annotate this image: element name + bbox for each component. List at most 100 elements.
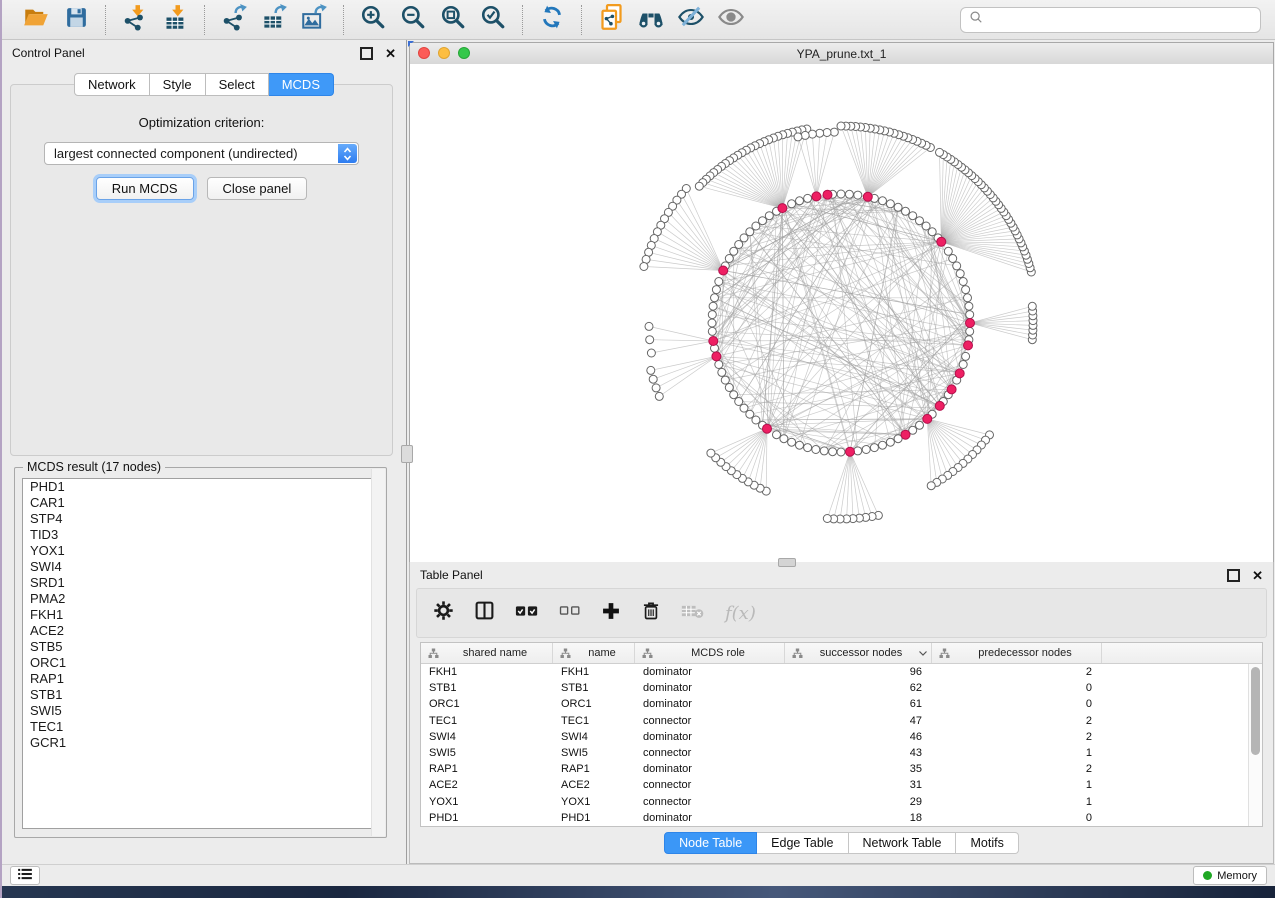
run-mcds-button[interactable]: Run MCDS [96, 177, 194, 200]
result-item[interactable]: YOX1 [23, 543, 378, 559]
zoom-in-button[interactable] [355, 4, 391, 36]
table-row[interactable]: ACE2ACE2connector311 [421, 777, 1249, 793]
tab-motifs[interactable]: Motifs [956, 832, 1018, 854]
maximize-window-icon[interactable] [458, 47, 470, 59]
column-header[interactable]: name [553, 643, 635, 663]
new-network-from-selection-button[interactable] [593, 4, 629, 36]
zoom-fit-button[interactable] [435, 4, 471, 36]
float-panel-icon[interactable] [1227, 569, 1240, 582]
table-scrollbar[interactable] [1248, 664, 1262, 826]
tab-node-table[interactable]: Node Table [664, 832, 757, 854]
toolbar-separator [343, 5, 344, 35]
table-settings-button[interactable] [433, 600, 454, 626]
result-item[interactable]: STB1 [23, 687, 378, 703]
minimize-window-icon[interactable] [438, 47, 450, 59]
tab-edge-table[interactable]: Edge Table [757, 832, 848, 854]
column-header[interactable]: MCDS role [635, 643, 785, 663]
toolbar-separator [522, 5, 523, 35]
table-toolbar: f(x) [416, 588, 1267, 638]
column-header[interactable]: successor nodes [785, 643, 932, 663]
horizontal-splitter-handle[interactable] [778, 558, 796, 567]
import-network-button[interactable] [117, 4, 153, 36]
tab-mcds[interactable]: MCDS [269, 73, 334, 96]
select-all-columns-button[interactable] [515, 604, 539, 623]
view-group [587, 4, 755, 36]
tab-network[interactable]: Network [74, 73, 150, 96]
criterion-select-value: largest connected component (undirected) [54, 146, 298, 161]
eye-icon [717, 3, 745, 36]
export-image-icon [301, 4, 328, 36]
result-item[interactable]: CAR1 [23, 495, 378, 511]
network-graph[interactable] [410, 64, 1273, 562]
deselect-all-columns-button[interactable] [559, 604, 581, 622]
vertical-splitter-handle[interactable] [401, 445, 413, 463]
result-item[interactable]: ORC1 [23, 655, 378, 671]
tab-style[interactable]: Style [150, 73, 206, 96]
show-column-panel-button[interactable] [474, 600, 495, 626]
result-item[interactable]: PHD1 [23, 479, 378, 495]
refresh-button[interactable] [534, 4, 570, 36]
result-item[interactable]: SWI4 [23, 559, 378, 575]
table-cell: connector [635, 715, 785, 727]
export-image-button[interactable] [296, 4, 332, 36]
result-item[interactable]: TID3 [23, 527, 378, 543]
network-canvas[interactable] [410, 64, 1273, 562]
table-row[interactable]: RAP1RAP1dominator352 [421, 761, 1249, 777]
zoom-selected-button[interactable] [475, 4, 511, 36]
import-table-button[interactable] [157, 4, 193, 36]
delete-columns-button[interactable] [641, 601, 661, 626]
table-row[interactable]: SWI5SWI5connector431 [421, 745, 1249, 761]
table-cell: 2 [932, 731, 1102, 743]
result-item[interactable]: FKH1 [23, 607, 378, 623]
result-item[interactable]: ACE2 [23, 623, 378, 639]
close-window-icon[interactable] [418, 47, 430, 59]
column-header[interactable]: predecessor nodes [932, 643, 1102, 663]
table-row[interactable]: SWI4SWI4dominator462 [421, 729, 1249, 745]
result-item[interactable]: GCR1 [23, 735, 378, 751]
optimization-criterion-label: Optimization criterion: [11, 115, 392, 130]
close-panel-button[interactable]: Close panel [207, 177, 308, 200]
toolbar-separator [204, 5, 205, 35]
result-item[interactable]: TEC1 [23, 719, 378, 735]
export-table-button[interactable] [256, 4, 292, 36]
table-row[interactable]: ORC1ORC1dominator610 [421, 696, 1249, 712]
show-all-button[interactable] [713, 4, 749, 36]
column-header[interactable]: shared name [421, 643, 553, 663]
table-row[interactable]: PHD1PHD1dominator180 [421, 810, 1249, 826]
result-list-scrollbar[interactable] [371, 469, 385, 836]
mcds-result-list[interactable]: PHD1CAR1STP4TID3YOX1SWI4SRD1PMA2FKH1ACE2… [22, 478, 379, 829]
hide-selected-button[interactable] [673, 4, 709, 36]
first-neighbors-button[interactable] [633, 4, 669, 36]
zoom-out-button[interactable] [395, 4, 431, 36]
task-history-button[interactable] [10, 866, 40, 885]
table-row[interactable]: TEC1TEC1connector472 [421, 713, 1249, 729]
open-folder-button[interactable] [18, 4, 54, 36]
close-panel-icon[interactable]: ✕ [385, 47, 396, 60]
table-row[interactable]: FKH1FKH1dominator962 [421, 664, 1249, 680]
search-box[interactable] [960, 7, 1261, 33]
export-network-button[interactable] [216, 4, 252, 36]
result-item[interactable]: SRD1 [23, 575, 378, 591]
result-item[interactable]: SWI5 [23, 703, 378, 719]
table-row[interactable]: YOX1YOX1connector291 [421, 794, 1249, 810]
tab-network-table[interactable]: Network Table [849, 832, 957, 854]
result-item[interactable]: STP4 [23, 511, 378, 527]
memory-button[interactable]: Memory [1193, 866, 1267, 885]
result-item[interactable]: STB5 [23, 639, 378, 655]
first-neighbors-icon [637, 3, 665, 36]
network-window-titlebar[interactable]: YPA_prune.txt_1 [410, 43, 1273, 65]
result-item[interactable]: PMA2 [23, 591, 378, 607]
save-button[interactable] [58, 4, 94, 36]
create-column-button[interactable] [601, 601, 621, 626]
table-row[interactable]: STB1STB1dominator620 [421, 680, 1249, 696]
attribute-type-icon [642, 648, 653, 659]
close-panel-icon[interactable]: ✕ [1252, 569, 1263, 582]
table-cell: FKH1 [553, 666, 635, 678]
float-panel-icon[interactable] [360, 47, 373, 60]
table-tabs: Node TableEdge TableNetwork TableMotifs [410, 832, 1273, 854]
tab-select[interactable]: Select [206, 73, 269, 96]
criterion-select[interactable]: largest connected component (undirected) [44, 142, 359, 165]
result-item[interactable]: RAP1 [23, 671, 378, 687]
search-input[interactable] [989, 12, 1252, 28]
table-scrollbar-thumb[interactable] [1251, 667, 1260, 755]
